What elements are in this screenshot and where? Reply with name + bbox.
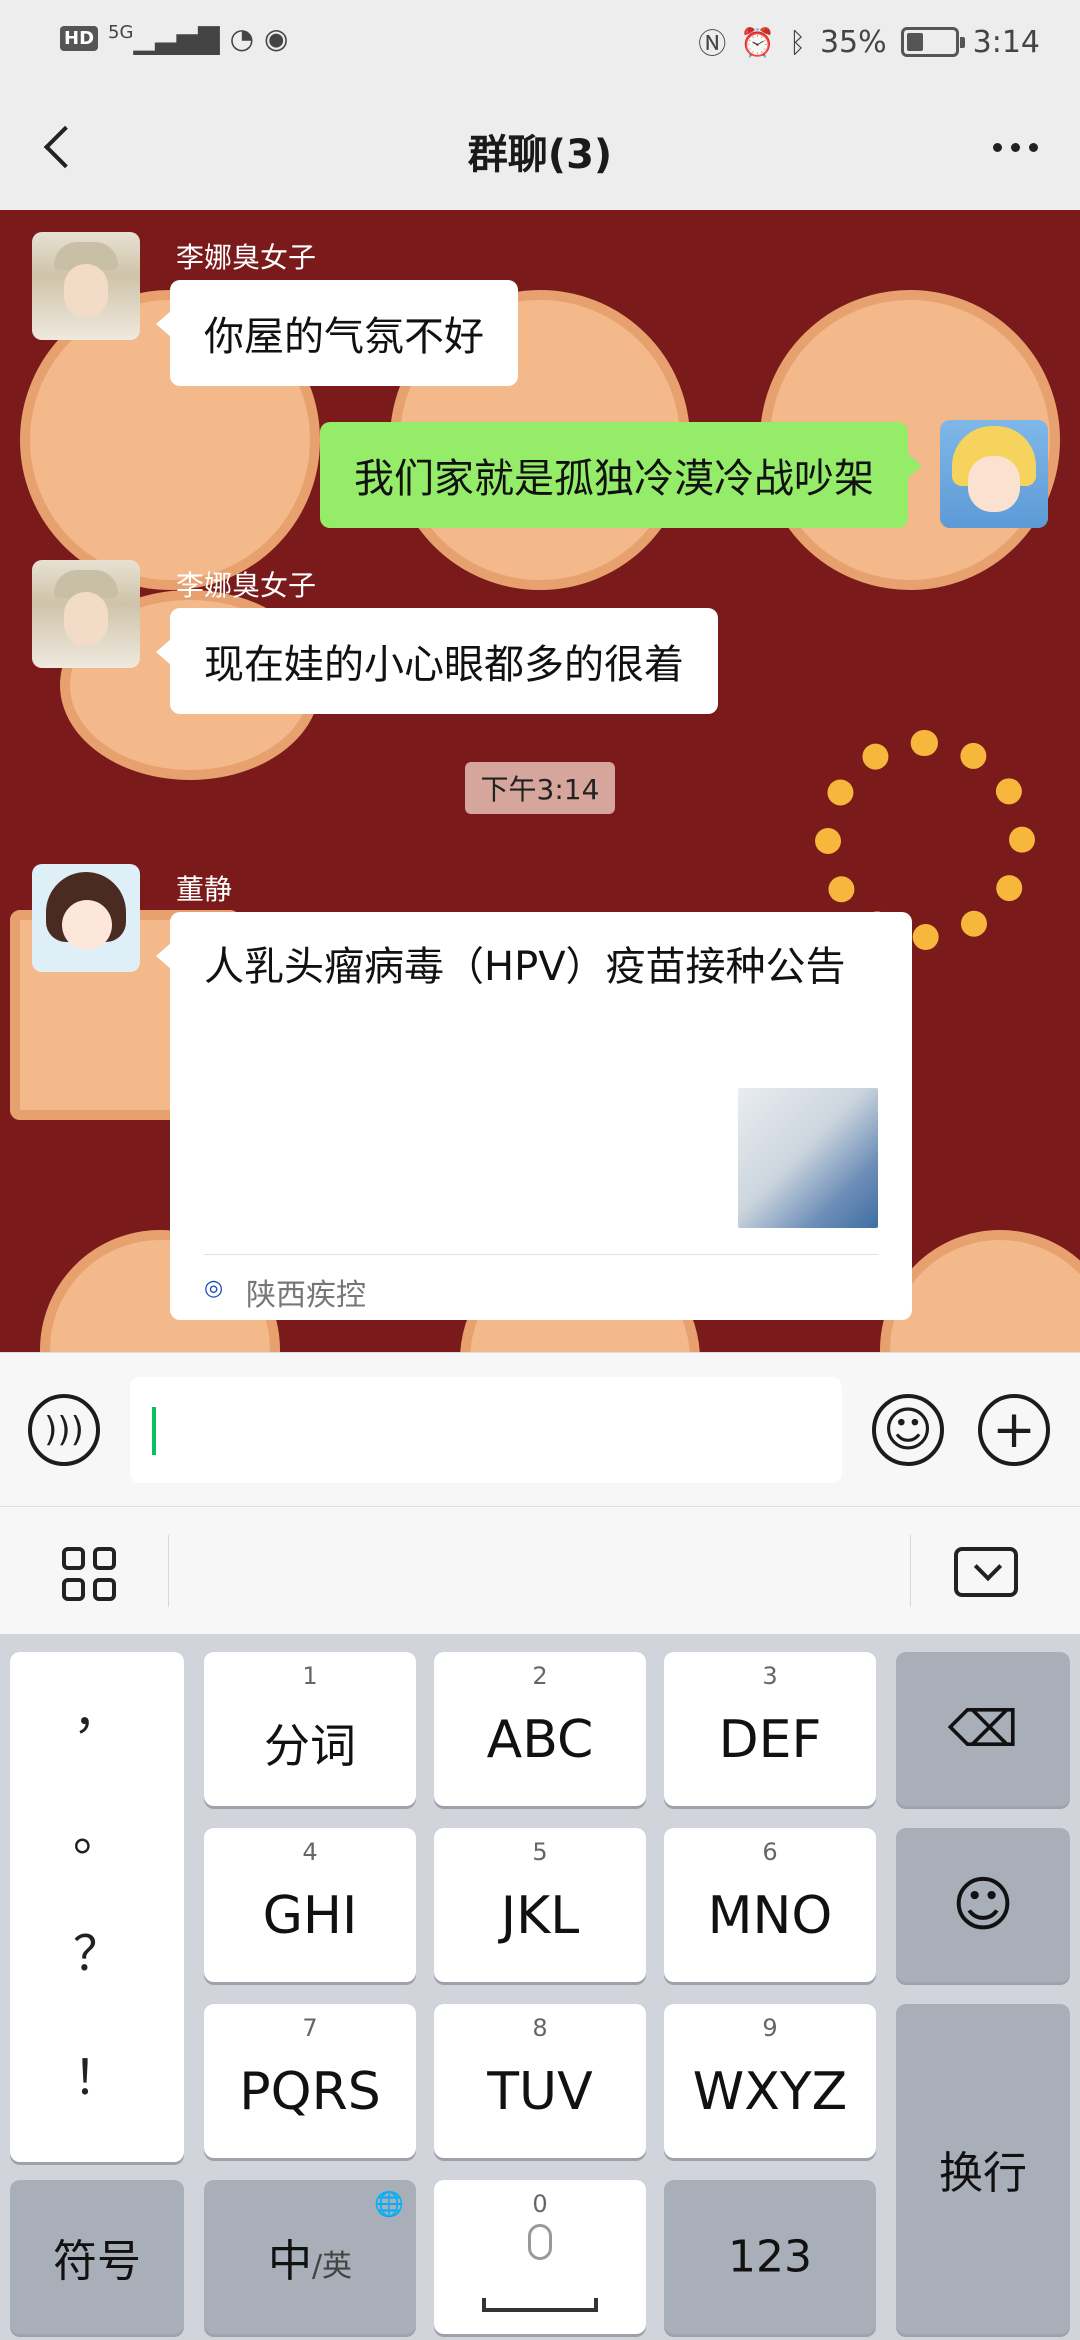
sender-name: 董静: [176, 873, 233, 906]
key-number: 5: [532, 1838, 548, 1866]
key-number: 9: [762, 2014, 778, 2042]
avatar-dong-jing[interactable]: [32, 864, 140, 972]
enter-key[interactable]: 换行: [896, 2004, 1070, 2334]
key-number: 2: [532, 1662, 548, 1690]
link-card[interactable]: 人乳头瘤病毒（HPV）疫苗接种公告 ◎ 陕西疾控: [156, 912, 912, 1320]
key-2[interactable]: 2 ABC: [434, 1652, 646, 1806]
key-9[interactable]: 9 WXYZ: [664, 2004, 876, 2158]
globe-icon: 🌐: [374, 2190, 404, 2218]
key-label: WXYZ: [692, 2062, 848, 2122]
punct-question[interactable]: ？: [10, 1914, 184, 1984]
hd-icon: HD: [60, 26, 99, 51]
message-timestamp: 下午3:14: [465, 762, 615, 814]
emoji-key[interactable]: ☺: [896, 1828, 1070, 1982]
input-bar: ))) ☺ +: [0, 1352, 1080, 1506]
network-type-label: 5G: [108, 22, 134, 43]
5g-signal-icon: 5G▁▃▅▇: [108, 22, 220, 55]
backspace-key[interactable]: ⌫: [896, 1652, 1070, 1806]
keyboard-menu-icon[interactable]: [62, 1547, 116, 1601]
key-label: MNO: [707, 1886, 833, 1946]
message-bubble[interactable]: 现在娃的小心眼都多的很着: [156, 608, 718, 714]
battery-fill: [906, 33, 923, 51]
key-number: 3: [762, 1662, 778, 1690]
emoji-icon[interactable]: ☺: [872, 1394, 944, 1466]
toolbar-separator: [168, 1535, 169, 1607]
language-key-label: 中/英: [204, 2225, 416, 2289]
symbol-key-label: 符号: [53, 2236, 141, 2287]
key-6[interactable]: 6 MNO: [664, 1828, 876, 1982]
source-logo-icon: ◎: [204, 1276, 224, 1301]
eye-icon: ◉: [264, 22, 289, 55]
smiley-icon: ☺: [951, 1870, 1015, 1940]
more-icon[interactable]: [980, 122, 1050, 172]
key-label: 分词: [264, 1719, 356, 1773]
message-input[interactable]: [130, 1377, 842, 1483]
backspace-icon: ⌫: [947, 1700, 1019, 1758]
hide-keyboard-icon[interactable]: [954, 1547, 1018, 1597]
key-7[interactable]: 7 PQRS: [204, 2004, 416, 2158]
link-card-divider: [204, 1254, 878, 1255]
enter-key-label: 换行: [939, 2148, 1027, 2199]
lang-main: 中: [267, 2236, 312, 2287]
punctuation-column[interactable]: ， 。 ？ ！: [10, 1652, 184, 2162]
key-8[interactable]: 8 TUV: [434, 2004, 646, 2158]
clock: 3:14: [972, 24, 1040, 60]
wifi-icon: ◔: [229, 22, 254, 55]
keyboard-toolbar: [0, 1506, 1080, 1634]
link-card-title: 人乳头瘤病毒（HPV）疫苗接种公告: [204, 944, 846, 990]
key-label: JKL: [500, 1886, 580, 1946]
punct-period[interactable]: 。: [10, 1794, 184, 1864]
link-card-source: 陕西疾控: [246, 1278, 366, 1313]
message-bubble[interactable]: 你屋的气氛不好: [156, 280, 518, 386]
key-label: TUV: [487, 2062, 593, 2122]
key-3[interactable]: 3 DEF: [664, 1652, 876, 1806]
punct-exclaim[interactable]: ！: [10, 2038, 184, 2108]
text-caret: [152, 1407, 156, 1455]
number-mode-key[interactable]: 123: [664, 2180, 876, 2334]
chat-title: 群聊(3): [467, 132, 613, 178]
alarm-icon: ⏰: [740, 25, 776, 59]
nav-bar: 群聊(3): [0, 82, 1080, 210]
battery-icon: [900, 27, 965, 57]
battery-percent: 35%: [819, 24, 887, 60]
status-right-icons: Ⓝ ⏰ ᛒ 35% 3:14: [698, 22, 1040, 62]
key-4[interactable]: 4 GHI: [204, 1828, 416, 1982]
avatar-li-na[interactable]: [32, 560, 140, 668]
key-number: 4: [302, 1838, 318, 1866]
avatar-me[interactable]: [940, 420, 1048, 528]
key-5[interactable]: 5 JKL: [434, 1828, 646, 1982]
microphone-icon: [528, 2224, 552, 2260]
key-number: 0: [532, 2190, 548, 2218]
toolbar-separator: [910, 1535, 911, 1607]
status-left-icons: HD 5G▁▃▅▇ ◔ ◉: [60, 22, 288, 55]
symbol-key[interactable]: 符号: [10, 2180, 184, 2334]
lang-sub: /英: [311, 2249, 353, 2284]
status-bar: HD 5G▁▃▅▇ ◔ ◉ Ⓝ ⏰ ᛒ 35% 3:14: [0, 0, 1080, 82]
key-label: GHI: [262, 1886, 358, 1946]
space-key[interactable]: 0: [434, 2180, 646, 2334]
nfc-icon: Ⓝ: [698, 27, 727, 60]
key-1[interactable]: 1 分词: [204, 1652, 416, 1806]
link-card-thumbnail: [738, 1088, 878, 1228]
key-label: DEF: [718, 1710, 822, 1770]
avatar-li-na[interactable]: [32, 232, 140, 340]
punct-comma[interactable]: ，: [10, 1672, 184, 1742]
key-label: ABC: [486, 1710, 594, 1770]
language-switch-key[interactable]: 🌐 中/英: [204, 2180, 416, 2334]
message-bubble-mine[interactable]: 我们家就是孤独冷漠冷战吵架: [320, 422, 922, 528]
sender-name: 李娜臭女子: [176, 569, 317, 602]
key-label: PQRS: [239, 2062, 381, 2122]
keyboard: ， 。 ？ ！ 1 分词 2 ABC 3 DEF ⌫ 4 GHI 5 JKL 6…: [0, 1634, 1080, 2340]
key-number: 7: [302, 2014, 318, 2042]
number-key-label: 123: [728, 2231, 812, 2283]
space-bar-icon: [482, 2298, 598, 2312]
sender-name: 李娜臭女子: [176, 241, 317, 274]
plus-icon[interactable]: +: [978, 1394, 1050, 1466]
key-number: 1: [302, 1662, 318, 1690]
chat-area[interactable]: 李娜臭女子 你屋的气氛不好 我们家就是孤独冷漠冷战吵架 李娜臭女子 现在娃的小心…: [0, 210, 1080, 1352]
voice-icon[interactable]: ))): [28, 1394, 100, 1466]
key-number: 8: [532, 2014, 548, 2042]
bluetooth-icon: ᛒ: [789, 25, 806, 59]
key-number: 6: [762, 1838, 778, 1866]
